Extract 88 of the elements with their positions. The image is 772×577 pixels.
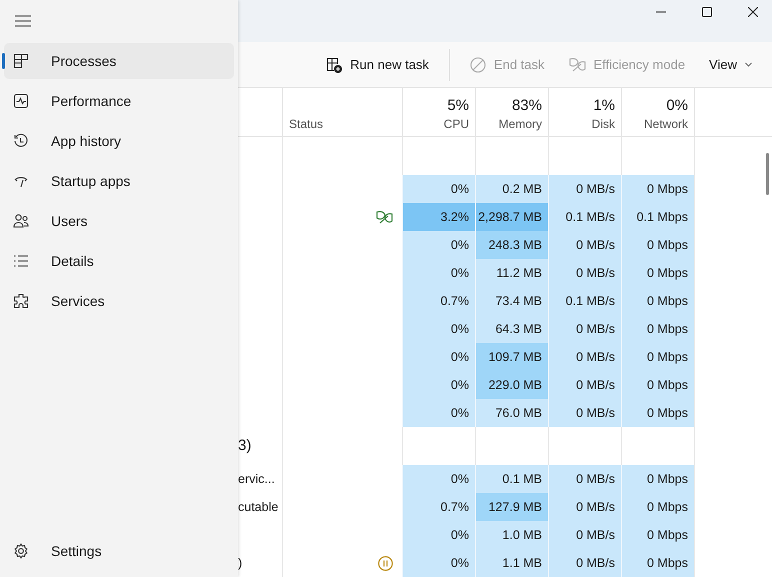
table-cell: 0.1 MB [475, 465, 548, 493]
table-cell: 0.1 MB/s [548, 203, 621, 231]
table-cell: 0.1 Mbps [621, 203, 694, 231]
table-cell: 1.1 MB [475, 549, 548, 577]
table-cell: 0% [402, 231, 475, 259]
table-cell: 0 MB/s [548, 549, 621, 577]
maximize-icon[interactable] [702, 7, 712, 17]
table-cell: 2,298.7 MB [475, 203, 548, 231]
prohibited-icon [470, 56, 486, 73]
table-cell: 0.2 MB [475, 175, 548, 203]
table-cell: 0% [402, 399, 475, 427]
nav-item[interactable]: App history [4, 123, 234, 159]
history-icon [13, 133, 29, 149]
nav-item[interactable]: Details [4, 243, 234, 279]
table-cell: 73.4 MB [475, 287, 548, 315]
table-cell: 0 Mbps [621, 343, 694, 371]
process-name: ) [238, 556, 242, 570]
column-header[interactable]: 5% CPU [402, 88, 475, 136]
table-cell: 109.7 MB [475, 343, 548, 371]
table-cell: 0.7% [402, 493, 475, 521]
table-cell: 0% [402, 371, 475, 399]
table-cell: 0% [402, 259, 475, 287]
column-header[interactable]: Status [282, 88, 402, 136]
nav-item[interactable]: Performance [4, 83, 234, 119]
menu-icon[interactable] [15, 15, 31, 27]
table-cell: 11.2 MB [475, 259, 548, 287]
toolbar-button[interactable]: Run new task [316, 50, 439, 79]
table-cell: 3.2% [402, 203, 475, 231]
table-cell: 64.3 MB [475, 315, 548, 343]
table-cell: 0 MB/s [548, 315, 621, 343]
table-cell: 0% [402, 465, 475, 493]
table-cell: 0% [402, 315, 475, 343]
table-cell: 248.3 MB [475, 231, 548, 259]
table-cell: 1.0 MB [475, 521, 548, 549]
table-cell: 0.7% [402, 287, 475, 315]
table-cell: 229.0 MB [475, 371, 548, 399]
pulse-icon [13, 93, 29, 109]
table-cell: 0 Mbps [621, 549, 694, 577]
column-header[interactable]: 1% Disk [548, 88, 621, 136]
view-menu-button[interactable]: View [699, 51, 762, 78]
table-cell: 0% [402, 549, 475, 577]
table-cell: 0 MB/s [548, 493, 621, 521]
nav-item[interactable]: Processes [4, 43, 234, 79]
nav-item[interactable]: Startup apps [4, 163, 234, 199]
table-cell: 0 MB/s [548, 371, 621, 399]
table-cell: 0% [402, 521, 475, 549]
table-cell: 0 Mbps [621, 493, 694, 521]
list-icon [13, 253, 29, 269]
column-header[interactable]: 0% Network [621, 88, 694, 136]
table-cell: 0 MB/s [548, 521, 621, 549]
column-header[interactable]: 83% Memory [475, 88, 548, 136]
table-cell: 76.0 MB [475, 399, 548, 427]
table-cell: 0 MB/s [548, 175, 621, 203]
table-cell: 0 Mbps [621, 175, 694, 203]
table-cell: 0 Mbps [621, 371, 694, 399]
table-cell: 0 MB/s [548, 259, 621, 287]
nav-item[interactable]: Users [4, 203, 234, 239]
table-cell: 127.9 MB [475, 493, 548, 521]
table-cell: 0 MB/s [548, 465, 621, 493]
table-cell: 0.1 MB/s [548, 287, 621, 315]
nav-item[interactable]: Services [4, 283, 234, 319]
table-cell: 0 MB/s [548, 343, 621, 371]
scrollbar[interactable] [766, 153, 769, 195]
table-cell: 0 Mbps [621, 231, 694, 259]
grid-icon [13, 53, 29, 69]
leaf-icon [376, 210, 393, 224]
process-name: ervic... [238, 472, 275, 486]
table-cell: 0 Mbps [621, 315, 694, 343]
table-cell: 0% [402, 343, 475, 371]
close-icon[interactable] [748, 7, 758, 17]
leaf-icon [568, 56, 586, 73]
table-cell: 0 Mbps [621, 287, 694, 315]
users-icon [13, 213, 29, 229]
table-cell: 0 Mbps [621, 399, 694, 427]
table-cell: 0 Mbps [621, 465, 694, 493]
new-task-icon [326, 56, 342, 73]
puzzle-icon [13, 293, 29, 309]
table-cell: 0 Mbps [621, 521, 694, 549]
caret-icon [745, 62, 752, 68]
group-header: 3) [238, 437, 252, 454]
nav-item[interactable]: Settings [4, 533, 234, 569]
table-cell: 0% [402, 175, 475, 203]
pause-icon [378, 556, 393, 570]
table-cell: 0 MB/s [548, 399, 621, 427]
settings-icon [13, 543, 29, 559]
table-cell: 0 MB/s [548, 231, 621, 259]
table-cell: 0 Mbps [621, 259, 694, 287]
process-name: cutable [238, 500, 278, 514]
